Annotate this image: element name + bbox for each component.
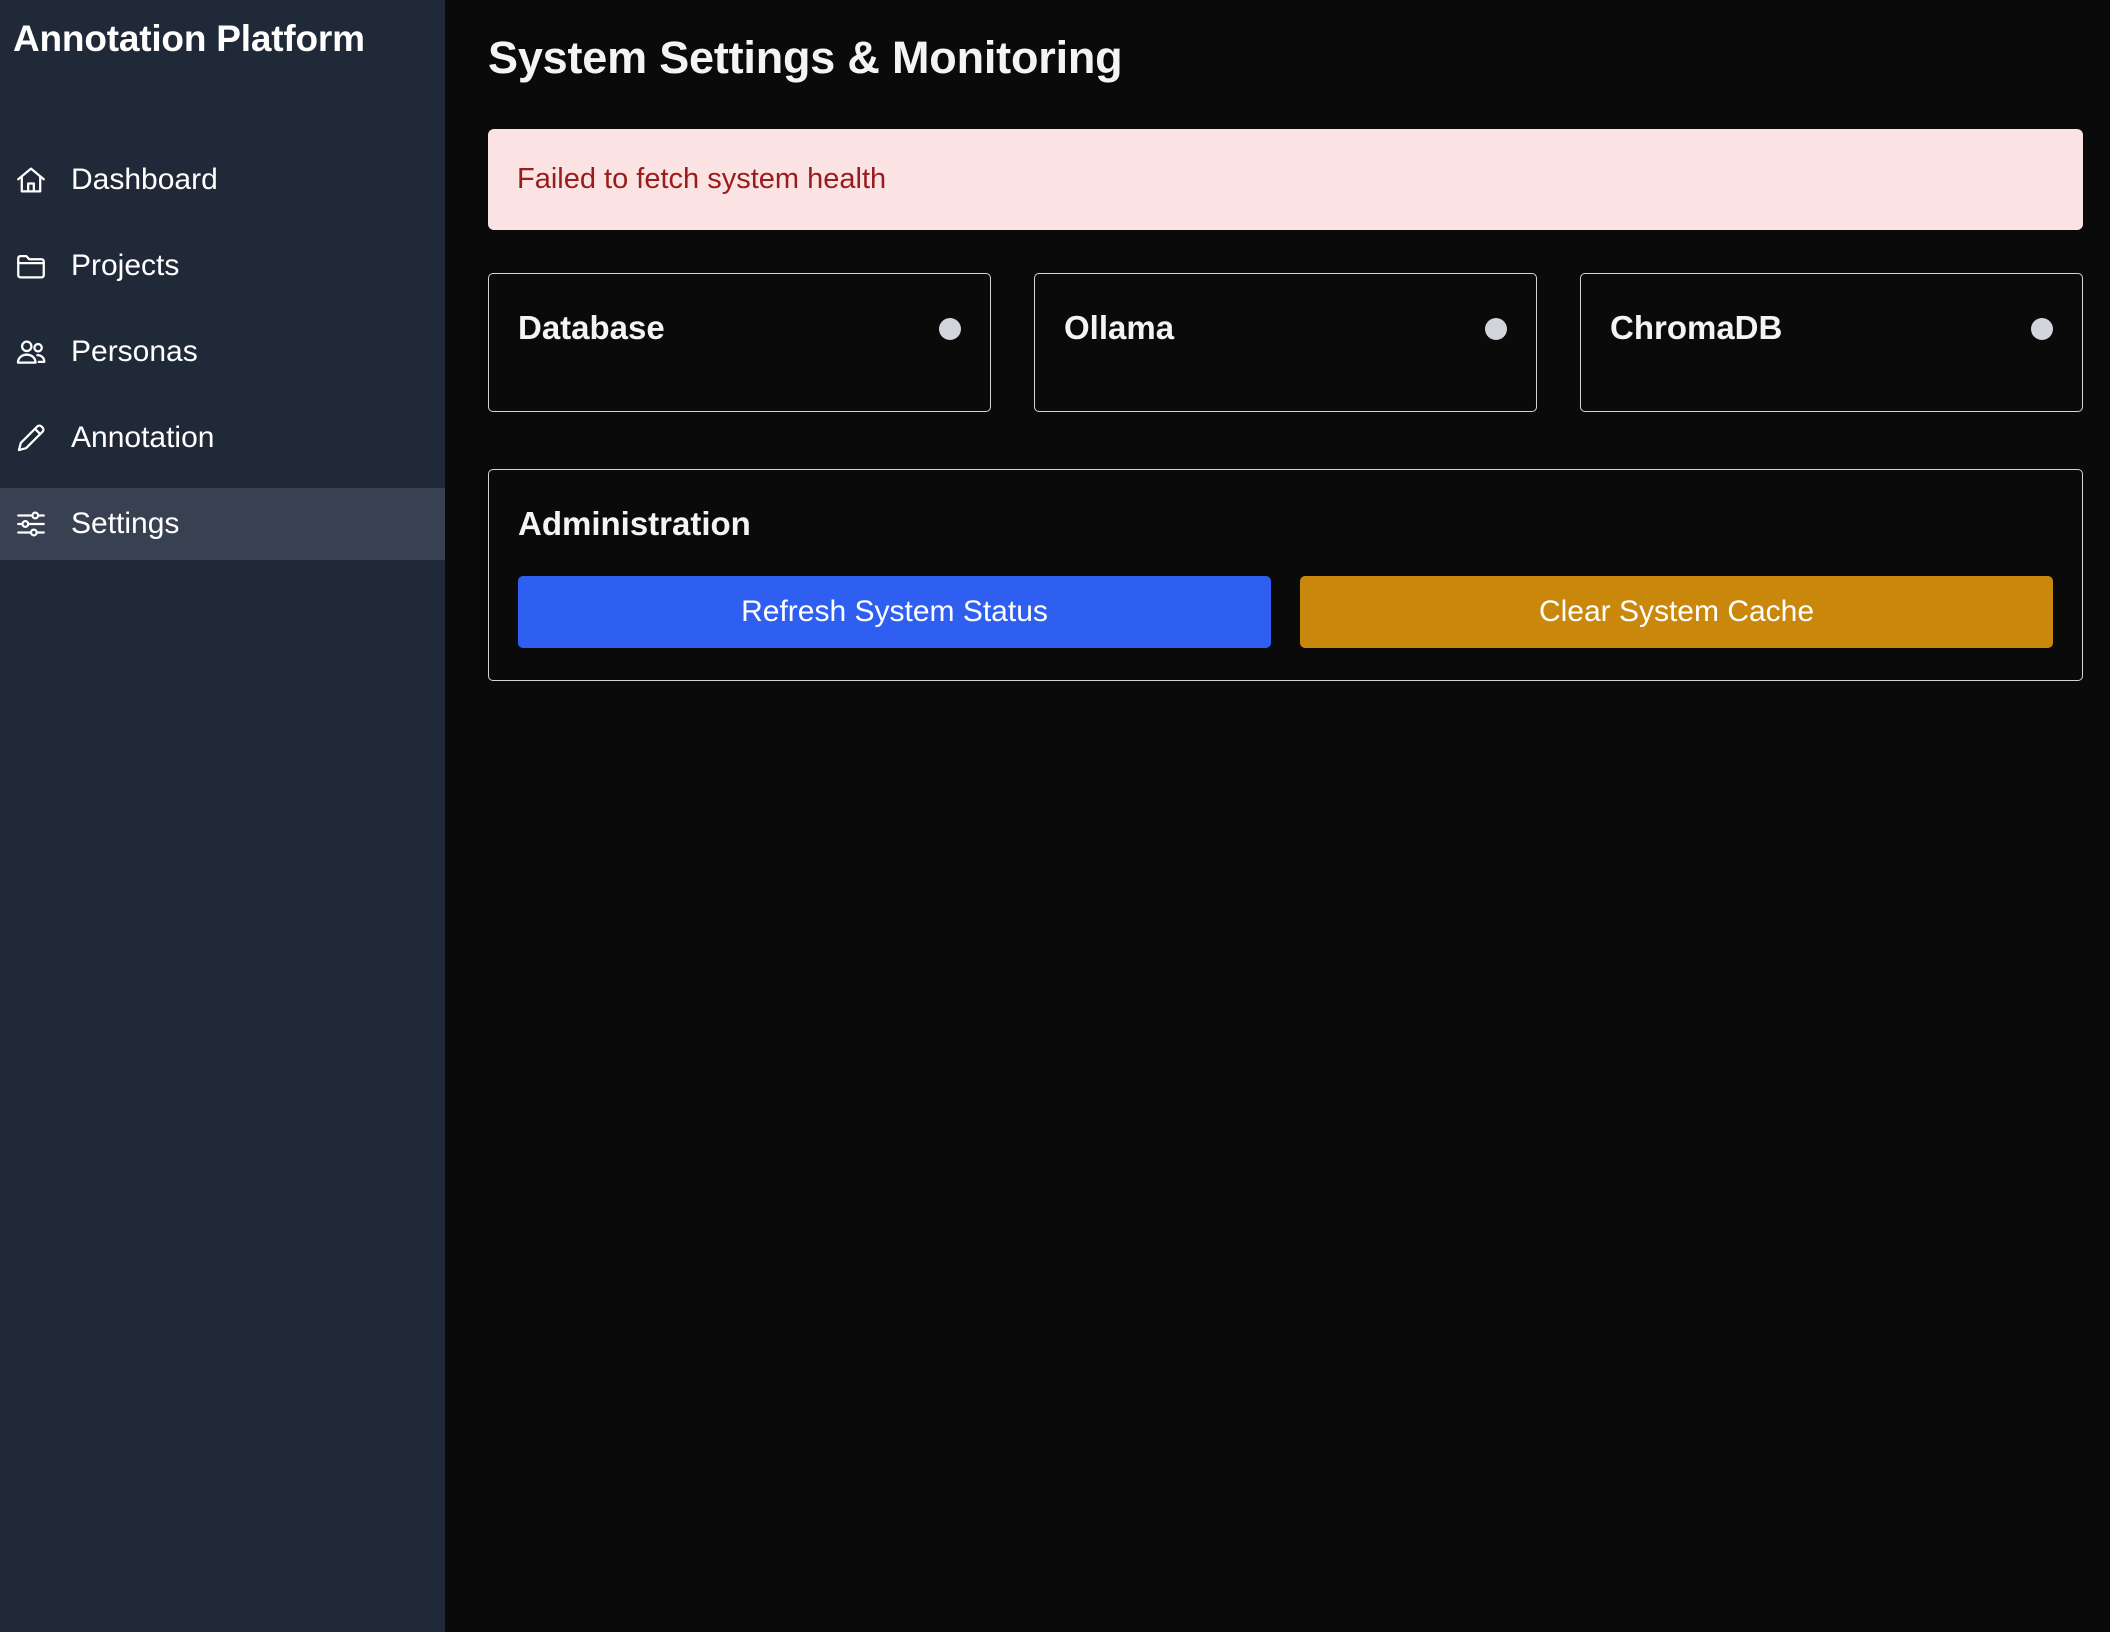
administration-actions: Refresh System Status Clear System Cache (518, 576, 2053, 648)
pencil-icon (14, 421, 48, 455)
health-card-title: ChromaDB (1610, 309, 1783, 346)
error-alert: Failed to fetch system health (488, 129, 2083, 230)
clear-system-cache-button[interactable]: Clear System Cache (1300, 576, 2053, 648)
sliders-icon (14, 507, 48, 541)
sidebar-nav: Dashboard Projects Personas Annotation S… (0, 144, 445, 560)
sidebar-item-label: Dashboard (71, 163, 218, 196)
sidebar-item-label: Settings (71, 507, 180, 540)
health-card-title: Ollama (1064, 309, 1175, 346)
sidebar-item-label: Annotation (71, 421, 215, 454)
health-card-database: Database (488, 273, 991, 412)
status-indicator-dot (2031, 318, 2053, 340)
alert-message: Failed to fetch system health (517, 163, 887, 195)
administration-panel: Administration Refresh System Status Cle… (488, 469, 2083, 681)
sidebar-item-settings[interactable]: Settings (0, 488, 445, 560)
folder-icon (14, 249, 48, 283)
sidebar-item-projects[interactable]: Projects (0, 230, 445, 302)
sidebar-item-annotation[interactable]: Annotation (0, 402, 445, 474)
health-card-chromadb: ChromaDB (1580, 273, 2083, 412)
health-card-ollama: Ollama (1034, 273, 1537, 412)
health-card-title: Database (518, 309, 665, 346)
administration-title: Administration (518, 505, 751, 542)
sidebar-item-label: Projects (71, 249, 180, 282)
page-title: System Settings & Monitoring (488, 32, 1123, 83)
status-indicator-dot (939, 318, 961, 340)
app-title: Annotation Platform (13, 18, 365, 59)
sidebar: Annotation Platform Dashboard Projects P… (0, 0, 445, 1632)
sidebar-item-personas[interactable]: Personas (0, 316, 445, 388)
refresh-system-status-button[interactable]: Refresh System Status (518, 576, 1271, 648)
health-status-row: Database Ollama ChromaDB (488, 273, 2083, 412)
users-icon (14, 335, 48, 369)
sidebar-item-label: Personas (71, 335, 198, 368)
main-content: System Settings & Monitoring Failed to f… (445, 0, 2110, 1632)
home-icon (14, 163, 48, 197)
sidebar-item-dashboard[interactable]: Dashboard (0, 144, 445, 216)
status-indicator-dot (1485, 318, 1507, 340)
app-shell: Annotation Platform Dashboard Projects P… (0, 0, 2110, 1632)
